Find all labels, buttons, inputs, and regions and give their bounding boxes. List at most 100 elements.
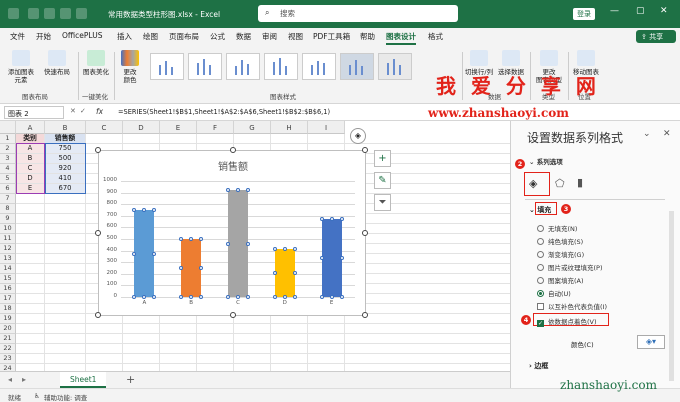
selection-point[interactable] (339, 256, 344, 261)
maximize-icon[interactable]: ▢ (636, 6, 645, 16)
chart-elements-button[interactable]: + (374, 150, 391, 167)
tab-formulas[interactable]: 公式 (210, 31, 225, 42)
minimize-icon[interactable]: — (610, 6, 619, 16)
selection-point[interactable] (179, 295, 184, 299)
selection-point[interactable] (199, 237, 204, 241)
selection-point[interactable] (179, 237, 184, 241)
series-options-tab-icon[interactable]: ▮ (577, 176, 583, 189)
pane-scrollbar[interactable] (669, 211, 674, 381)
tab-format[interactable]: 格式 (428, 31, 443, 42)
add-chart-element-button[interactable]: 添加图表 元素 (6, 50, 36, 84)
quick-layout-button[interactable]: 快速布局 (42, 50, 72, 76)
row-header-2[interactable]: 2 (0, 144, 16, 154)
selection-point[interactable] (152, 251, 157, 256)
redo-icon[interactable] (60, 8, 71, 19)
enter-icon[interactable]: ✓ (80, 107, 86, 115)
selection-point[interactable] (319, 217, 324, 222)
next-sheet-icon[interactable]: ▸ (22, 375, 26, 384)
selection-point[interactable] (272, 271, 277, 276)
color-picker-button[interactable]: ◈▾ (637, 335, 665, 349)
fill-option-none[interactable]: 无填充(N) (537, 223, 577, 233)
customize-quick-access-icon[interactable] (76, 8, 87, 19)
bar-B[interactable] (179, 237, 204, 299)
column-header-F[interactable]: F (197, 121, 234, 134)
chart-styles-button[interactable]: ✎ (374, 172, 391, 189)
selection-point[interactable] (282, 294, 287, 299)
selection-point[interactable] (226, 294, 230, 299)
selection-point[interactable] (339, 294, 344, 299)
add-sheet-icon[interactable]: + (126, 373, 135, 386)
row-header-22[interactable]: 22 (0, 344, 16, 354)
chart-style-5[interactable] (302, 53, 336, 80)
chart-style-6[interactable] (340, 53, 374, 80)
resize-handle-tl[interactable] (95, 147, 101, 153)
column-header-C[interactable]: C (86, 121, 123, 134)
column-header-A[interactable]: A (16, 121, 45, 134)
row-header-6[interactable]: 6 (0, 184, 16, 194)
fill-option-solid[interactable]: 纯色填充(S) (537, 236, 583, 246)
tab-officeplus[interactable]: OfficePLUS (62, 31, 102, 40)
selection-point[interactable] (236, 294, 240, 299)
chart-title[interactable]: 销售额 (99, 158, 367, 173)
border-section-header[interactable]: › 边框 (529, 361, 548, 371)
fill-option-gradient[interactable]: 渐变填充(G) (537, 249, 584, 259)
resize-handle-tr[interactable] (362, 147, 368, 153)
selection-point[interactable] (292, 294, 297, 299)
row-header-23[interactable]: 23 (0, 354, 16, 364)
row-header-11[interactable]: 11 (0, 234, 16, 244)
row-header-8[interactable]: 8 (0, 204, 16, 214)
chart-style-7[interactable] (378, 53, 412, 80)
vary-colors-by-point[interactable]: ✓ 依数据点着色(V) (537, 316, 597, 327)
invert-if-negative[interactable]: 以互补色代表负值(I) (537, 301, 607, 311)
tab-view[interactable]: 视图 (288, 31, 303, 42)
selection-point[interactable] (142, 208, 147, 212)
pane-close-icon[interactable]: ✕ (663, 129, 671, 139)
tab-home[interactable]: 开始 (36, 31, 51, 42)
selection-point[interactable] (319, 294, 324, 299)
row-header-1[interactable]: 1 (0, 134, 16, 144)
fill-line-tab-icon[interactable]: ◈ (529, 177, 537, 190)
sheet-tab-sheet1[interactable]: Sheet1 (60, 372, 107, 388)
row-header-15[interactable]: 15 (0, 274, 16, 284)
tab-data[interactable]: 数据 (236, 31, 251, 42)
pane-options-icon[interactable]: ⌄ (643, 129, 651, 139)
selection-point[interactable] (132, 208, 137, 212)
column-header-H[interactable]: H (271, 121, 308, 134)
selection-point[interactable] (132, 251, 137, 256)
resize-handle-r[interactable] (362, 230, 368, 236)
chart-filters-button[interactable]: ⏷ (374, 194, 391, 211)
selection-point[interactable] (189, 295, 194, 299)
row-header-10[interactable]: 10 (0, 224, 16, 234)
row-header-12[interactable]: 12 (0, 244, 16, 254)
header-cell-sales[interactable]: 销售额 (45, 134, 85, 143)
chart-style-3[interactable] (226, 53, 260, 80)
undo-icon[interactable] (44, 8, 55, 19)
column-header-G[interactable]: G (234, 121, 271, 134)
tab-chart-design[interactable]: 图表设计 (386, 31, 416, 45)
column-header-E[interactable]: E (160, 121, 197, 134)
cancel-icon[interactable]: ✕ (70, 107, 76, 115)
selection-point[interactable] (226, 188, 230, 193)
share-button[interactable]: ⇪ 共享 (636, 30, 676, 43)
selection-point[interactable] (189, 237, 194, 241)
selection-point[interactable] (142, 295, 147, 299)
selection-point[interactable] (226, 241, 230, 246)
radio-pattern[interactable] (537, 277, 544, 284)
resize-handle-b[interactable] (230, 312, 236, 318)
selection-point[interactable] (272, 294, 277, 299)
search-box[interactable]: ⌕ 搜索 (258, 5, 458, 22)
selection-point[interactable] (272, 247, 277, 252)
bar-A[interactable] (132, 208, 157, 299)
tab-insert[interactable]: 插入 (117, 31, 132, 42)
row-header-3[interactable]: 3 (0, 154, 16, 164)
row-header-21[interactable]: 21 (0, 334, 16, 344)
sales-chart[interactable]: 销售额 0 100 200 300 400 500 600 700 800 900 1000 A B C D… (95, 147, 368, 318)
radio-none[interactable] (537, 225, 544, 232)
selection-point[interactable] (329, 294, 334, 299)
close-icon[interactable]: ✕ (660, 6, 668, 16)
tab-page-layout[interactable]: 页面布局 (169, 31, 199, 42)
bar-E[interactable] (319, 217, 344, 299)
selection-point[interactable] (152, 295, 157, 299)
insert-function-icon[interactable]: fx (96, 107, 103, 116)
radio-automatic[interactable] (537, 290, 544, 297)
